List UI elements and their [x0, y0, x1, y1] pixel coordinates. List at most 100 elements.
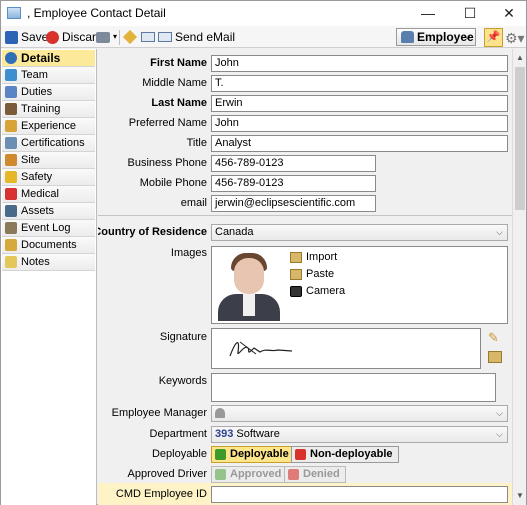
- preferred-name-field[interactable]: John: [211, 115, 508, 132]
- preferred-name-label: Preferred Name: [128, 117, 207, 129]
- sidebar-item-site[interactable]: Site: [2, 152, 95, 169]
- middle-name-field[interactable]: T.: [211, 75, 508, 92]
- sidebar-item-training[interactable]: Training: [2, 101, 95, 118]
- employee-dropdown[interactable]: Employee ⌵: [396, 28, 476, 46]
- sidebar-item-duties[interactable]: Duties: [2, 84, 95, 101]
- first-name-label: First Name: [150, 57, 207, 69]
- deployable-label: Deployable: [151, 448, 207, 460]
- keywords-field[interactable]: [211, 373, 496, 402]
- sidebar-item-safety[interactable]: Safety: [2, 169, 95, 186]
- email-field[interactable]: jerwin@eclipsescientific.com: [211, 195, 376, 212]
- print-dropdown-icon: ▾: [113, 32, 118, 41]
- sidebar-item-label: Training: [21, 103, 61, 115]
- sidebar: Details Team Duties Training Experience …: [1, 49, 97, 505]
- sidebar-item-team[interactable]: Team: [2, 67, 95, 84]
- title-field[interactable]: Analyst: [211, 135, 508, 152]
- paste-image-button[interactable]: Paste: [290, 268, 334, 281]
- approved-button[interactable]: Approved: [211, 466, 288, 483]
- sidebar-item-documents[interactable]: Documents: [2, 237, 95, 254]
- send-email-button[interactable]: Send eMail: [141, 29, 235, 45]
- last-name-label: Last Name: [151, 97, 207, 109]
- sidebar-item-label: Event Log: [21, 222, 71, 234]
- sidebar-item-medical[interactable]: Medical: [2, 186, 95, 203]
- chevron-down-icon: ⌵: [496, 429, 503, 439]
- close-button[interactable]: ✕: [489, 1, 527, 26]
- employee-photo[interactable]: [214, 249, 284, 321]
- scroll-up-icon[interactable]: ▲: [513, 51, 527, 65]
- documents-icon: [5, 239, 17, 251]
- print-button[interactable]: ▾: [96, 29, 117, 45]
- scrollbar-thumb[interactable]: [515, 67, 525, 210]
- sidebar-item-details[interactable]: Details: [2, 50, 95, 67]
- sidebar-item-label: Team: [21, 69, 48, 81]
- tag-button[interactable]: [122, 29, 138, 45]
- sidebar-item-label: Documents: [21, 239, 77, 251]
- assets-icon: [5, 205, 17, 217]
- images-label: Images: [170, 247, 207, 259]
- sidebar-item-label: Details: [21, 51, 61, 65]
- sidebar-item-label: Notes: [21, 256, 50, 268]
- print-icon: [96, 31, 110, 43]
- safety-icon: [5, 171, 17, 183]
- denied-button[interactable]: Denied: [284, 466, 346, 483]
- sidebar-item-label: Safety: [21, 171, 53, 183]
- deployable-on-label: Deployable: [230, 448, 289, 460]
- pencil-icon[interactable]: ✎: [488, 331, 502, 345]
- camera-icon: [290, 286, 302, 297]
- department-name: Software: [236, 428, 280, 440]
- cancel-icon: [288, 469, 299, 480]
- department-code: 393: [215, 428, 234, 440]
- tag-icon: [122, 29, 138, 45]
- app-icon: [7, 7, 21, 19]
- scroll-down-icon[interactable]: ▼: [513, 489, 527, 503]
- email-label: email: [180, 197, 207, 209]
- load-signature-icon[interactable]: [488, 351, 502, 363]
- department-select[interactable]: 393 Software ⌵: [211, 426, 508, 443]
- maximize-button[interactable]: ☐: [450, 1, 490, 26]
- mobile-phone-field[interactable]: 456-789-0123: [211, 175, 376, 192]
- cmd-employee-id-label: CMD Employee ID: [115, 488, 207, 500]
- discard-button[interactable]: Discard: [46, 29, 103, 45]
- employee-manager-label: Employee Manager: [111, 407, 207, 419]
- approved-driver-label: Approved Driver: [127, 468, 207, 480]
- team-icon: [5, 69, 17, 81]
- details-panel: First Name John Middle Name T. Last Name…: [98, 49, 512, 505]
- discard-icon: [46, 30, 59, 44]
- denied-label: Denied: [303, 468, 340, 480]
- save-label: Save: [21, 30, 49, 44]
- minimize-button[interactable]: —: [408, 1, 448, 26]
- medical-icon: [5, 188, 17, 200]
- middle-name-label: Middle Name: [142, 77, 207, 89]
- sidebar-item-certifications[interactable]: Certifications: [2, 135, 95, 152]
- first-name-field[interactable]: John: [211, 55, 508, 72]
- person-icon: [215, 408, 225, 418]
- sidebar-item-notes[interactable]: Notes: [2, 254, 95, 271]
- country-select[interactable]: Canada ⌵: [211, 224, 508, 241]
- event-log-icon: [5, 222, 17, 234]
- window-title: , Employee Contact Detail: [27, 6, 166, 20]
- approved-label: Approved: [230, 468, 282, 480]
- sidebar-item-assets[interactable]: Assets: [2, 203, 95, 220]
- save-button[interactable]: Save: [5, 29, 48, 45]
- last-name-field[interactable]: Erwin: [211, 95, 508, 112]
- vertical-scrollbar[interactable]: ▲ ▼: [512, 49, 526, 505]
- camera-button[interactable]: Camera: [290, 285, 345, 298]
- country-value: Canada: [215, 226, 254, 238]
- sidebar-item-event-log[interactable]: Event Log: [2, 220, 95, 237]
- pin-icon: 📌: [486, 31, 501, 43]
- deployable-button[interactable]: Deployable: [211, 446, 295, 463]
- sidebar-item-label: Experience: [21, 120, 77, 132]
- site-icon: [5, 154, 17, 166]
- signature-box[interactable]: [211, 328, 481, 369]
- settings-button[interactable]: ⚙▾: [505, 30, 525, 46]
- pin-button[interactable]: 📌: [484, 28, 503, 47]
- import-image-button[interactable]: Import: [290, 251, 337, 264]
- section-divider: [98, 215, 512, 216]
- non-deployable-button[interactable]: Non-deployable: [291, 446, 399, 463]
- business-phone-field[interactable]: 456-789-0123: [211, 155, 376, 172]
- employee-manager-select[interactable]: ⌵: [211, 405, 508, 422]
- cmd-employee-id-field[interactable]: [211, 486, 508, 503]
- sidebar-item-label: Certifications: [21, 137, 85, 149]
- sidebar-item-experience[interactable]: Experience: [2, 118, 95, 135]
- images-panel: Import Paste Camera: [211, 246, 508, 324]
